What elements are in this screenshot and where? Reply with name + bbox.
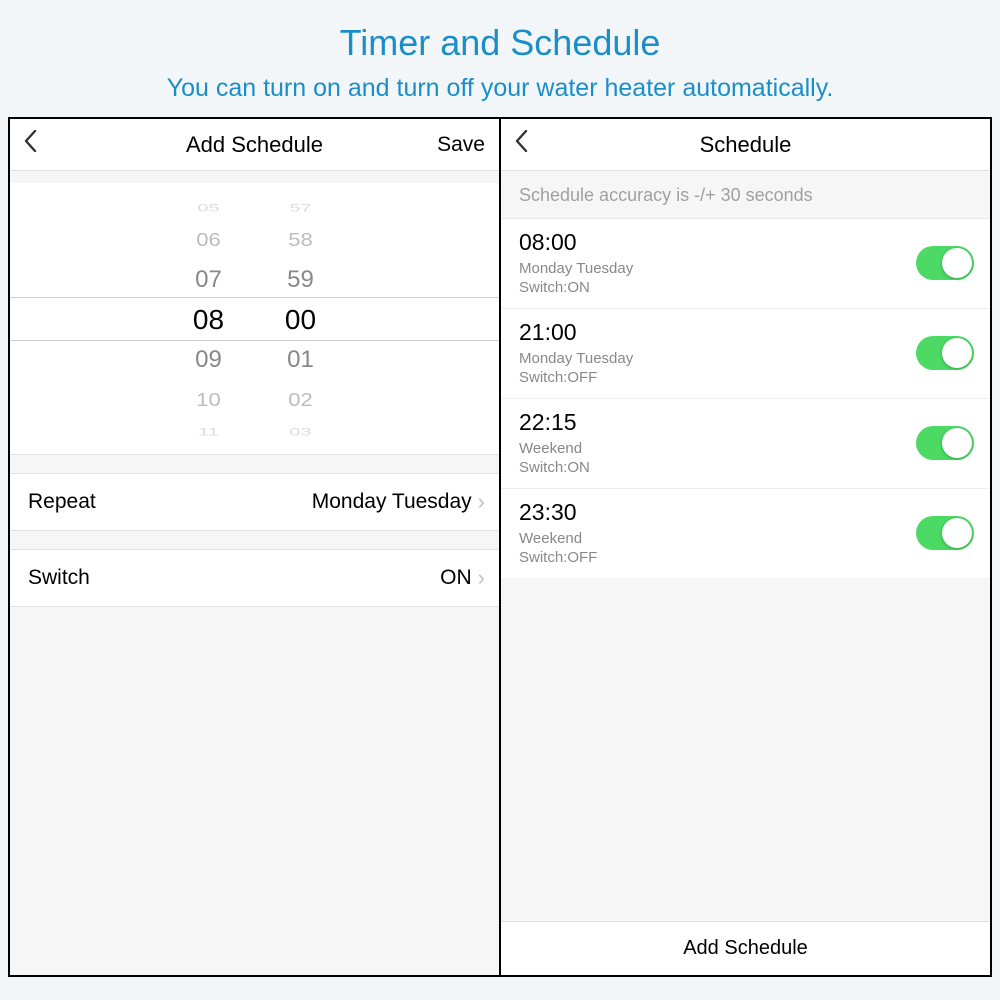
chevron-left-icon [24,130,37,152]
schedule-toggle[interactable] [916,516,974,550]
schedule-time: 08:00 [519,229,633,256]
schedule-info: 08:00 Monday Tuesday Switch:ON [519,229,633,296]
chevron-right-icon: › [478,565,485,591]
picker-hour-selected: 08 [188,300,230,340]
schedule-info: 23:30 Weekend Switch:OFF [519,499,597,566]
schedule-info: 21:00 Monday Tuesday Switch:OFF [519,319,633,386]
nav-title: Add Schedule [10,132,499,158]
repeat-value: Monday Tuesday [312,490,472,514]
picker-minute-selected: 00 [280,300,322,340]
picker-hour-option: 07 [188,260,230,300]
schedule-days: Weekend [519,530,597,547]
picker-columns: 05 06 07 08 09 10 11 57 58 59 00 01 02 0… [188,183,322,454]
schedule-list: 08:00 Monday Tuesday Switch:ON 21:00 Monday … [501,218,990,578]
picker-hours[interactable]: 05 06 07 08 09 10 11 [188,183,230,454]
schedule-toggle[interactable] [916,336,974,370]
picker-minute-option: 59 [280,260,322,300]
picker-minute-option: 58 [280,223,322,257]
picker-minute-option: 01 [280,340,322,380]
schedule-switch-state: Switch:OFF [519,549,597,566]
schedule-days: Monday Tuesday [519,260,633,277]
phone-add-schedule: Add Schedule Save 05 06 07 08 09 10 11 5… [8,117,500,977]
repeat-label: Repeat [28,490,96,514]
navbar: Add Schedule Save [10,119,499,171]
schedule-days: Weekend [519,440,590,457]
promo-header: Timer and Schedule You can turn on and t… [0,0,1000,117]
picker-hour-option: 09 [188,340,230,380]
picker-minute-option: 03 [280,425,322,438]
schedule-days: Monday Tuesday [519,350,633,367]
picker-minutes[interactable]: 57 58 59 00 01 02 03 [280,183,322,454]
schedule-info: 22:15 Weekend Switch:ON [519,409,590,476]
picker-minute-option: 57 [280,201,322,214]
schedule-time: 23:30 [519,499,597,526]
switch-label: Switch [28,566,90,590]
schedule-row[interactable]: 22:15 Weekend Switch:ON [501,399,990,489]
back-button[interactable] [24,130,54,159]
picker-hour-option: 11 [188,425,230,438]
schedule-toggle[interactable] [916,426,974,460]
schedule-switch-state: Switch:ON [519,279,633,296]
schedule-time: 22:15 [519,409,590,436]
chevron-left-icon [515,130,528,152]
schedule-toggle[interactable] [916,246,974,280]
phones-row: Add Schedule Save 05 06 07 08 09 10 11 5… [8,117,992,977]
toggle-knob [942,248,972,278]
toggle-knob [942,428,972,458]
picker-minute-option: 02 [280,383,322,417]
schedule-row[interactable]: 08:00 Monday Tuesday Switch:ON [501,219,990,309]
repeat-cell[interactable]: Repeat Monday Tuesday › [10,473,499,531]
schedule-row[interactable]: 21:00 Monday Tuesday Switch:OFF [501,309,990,399]
picker-hour-option: 06 [188,223,230,257]
promo-subtitle: You can turn on and turn off your water … [0,74,1000,103]
accuracy-notice: Schedule accuracy is -/+ 30 seconds [501,171,990,218]
back-button[interactable] [515,130,545,159]
picker-hour-option: 10 [188,383,230,417]
schedule-switch-state: Switch:ON [519,459,590,476]
schedule-row[interactable]: 23:30 Weekend Switch:OFF [501,489,990,578]
schedule-time: 21:00 [519,319,633,346]
toggle-knob [942,338,972,368]
time-picker[interactable]: 05 06 07 08 09 10 11 57 58 59 00 01 02 0… [10,183,499,455]
phone-schedule-list: Schedule Schedule accuracy is -/+ 30 sec… [500,117,992,977]
promo-title: Timer and Schedule [0,22,1000,64]
switch-cell[interactable]: Switch ON › [10,549,499,607]
toggle-knob [942,518,972,548]
schedule-switch-state: Switch:OFF [519,369,633,386]
navbar: Schedule [501,119,990,171]
nav-title: Schedule [501,132,990,158]
chevron-right-icon: › [478,489,485,515]
add-schedule-button[interactable]: Add Schedule [501,921,990,975]
switch-value: ON [440,566,472,590]
save-button[interactable]: Save [437,133,485,157]
picker-hour-option: 05 [188,201,230,214]
